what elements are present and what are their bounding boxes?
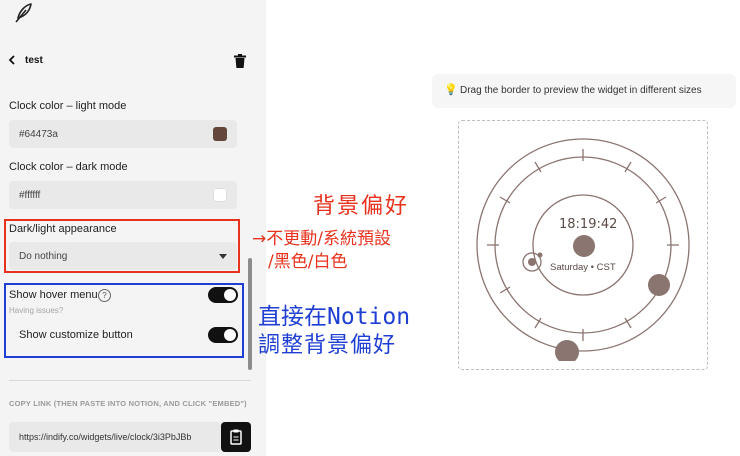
clock-light-label: Clock color – light mode — [9, 100, 127, 112]
clock-dark-label: Clock color – dark mode — [9, 161, 128, 173]
lightbulb-icon: 💡 — [444, 84, 458, 96]
red-annotation-title: 背景偏好 — [313, 194, 410, 219]
red-annotation-line2: /黑色/白色 — [268, 252, 348, 272]
clock-light-value: #64473a — [19, 129, 58, 140]
settings-panel: test Clock color – light mode #64473a Cl… — [0, 0, 266, 456]
red-highlight-box — [4, 219, 240, 273]
blue-annotation-line1: 直接在Notion — [258, 304, 411, 330]
clock-dark-swatch[interactable] — [213, 188, 227, 202]
divider — [9, 380, 251, 381]
second-dot — [555, 340, 579, 361]
preview-hint: 💡 Drag the border to preview the widget … — [432, 74, 736, 108]
widget-preview-frame[interactable]: 18:19:42 Saturday • CST — [458, 120, 708, 370]
copy-link-url: https://indify.co/widgets/live/clock/3i3… — [19, 432, 192, 442]
widget-name: test — [25, 55, 43, 66]
hint-text: Drag the border to preview the widget in… — [460, 85, 702, 96]
back-button[interactable]: test — [8, 52, 68, 70]
copy-button[interactable] — [221, 422, 251, 452]
trash-icon[interactable] — [234, 54, 246, 68]
red-annotation-line1: →不更動/系統預設 — [252, 229, 391, 249]
hour-dot — [573, 235, 595, 257]
clock-time: 18:19:42 — [559, 217, 618, 232]
chevron-left-icon — [8, 55, 15, 65]
copy-link-label: COPY LINK (THEN PASTE INTO NOTION, AND C… — [9, 399, 247, 408]
clock-date: Saturday • CST — [550, 262, 616, 273]
blue-annotation-line2: 調整背景偏好 — [258, 333, 397, 358]
clock-widget — [476, 138, 690, 361]
small-dot — [528, 258, 536, 266]
blue-highlight-box — [4, 283, 244, 358]
minute-dot — [648, 274, 670, 296]
feather-logo-icon — [15, 3, 32, 23]
clipboard-icon — [230, 429, 242, 445]
clock-dark-value: #ffffff — [19, 190, 41, 201]
clock-light-swatch[interactable] — [213, 127, 227, 141]
clock-dark-field[interactable]: #ffffff — [9, 181, 237, 209]
copy-link-field[interactable]: https://indify.co/widgets/live/clock/3i3… — [9, 422, 221, 452]
scrollbar-thumb[interactable] — [248, 258, 252, 370]
clock-light-field[interactable]: #64473a — [9, 120, 237, 148]
